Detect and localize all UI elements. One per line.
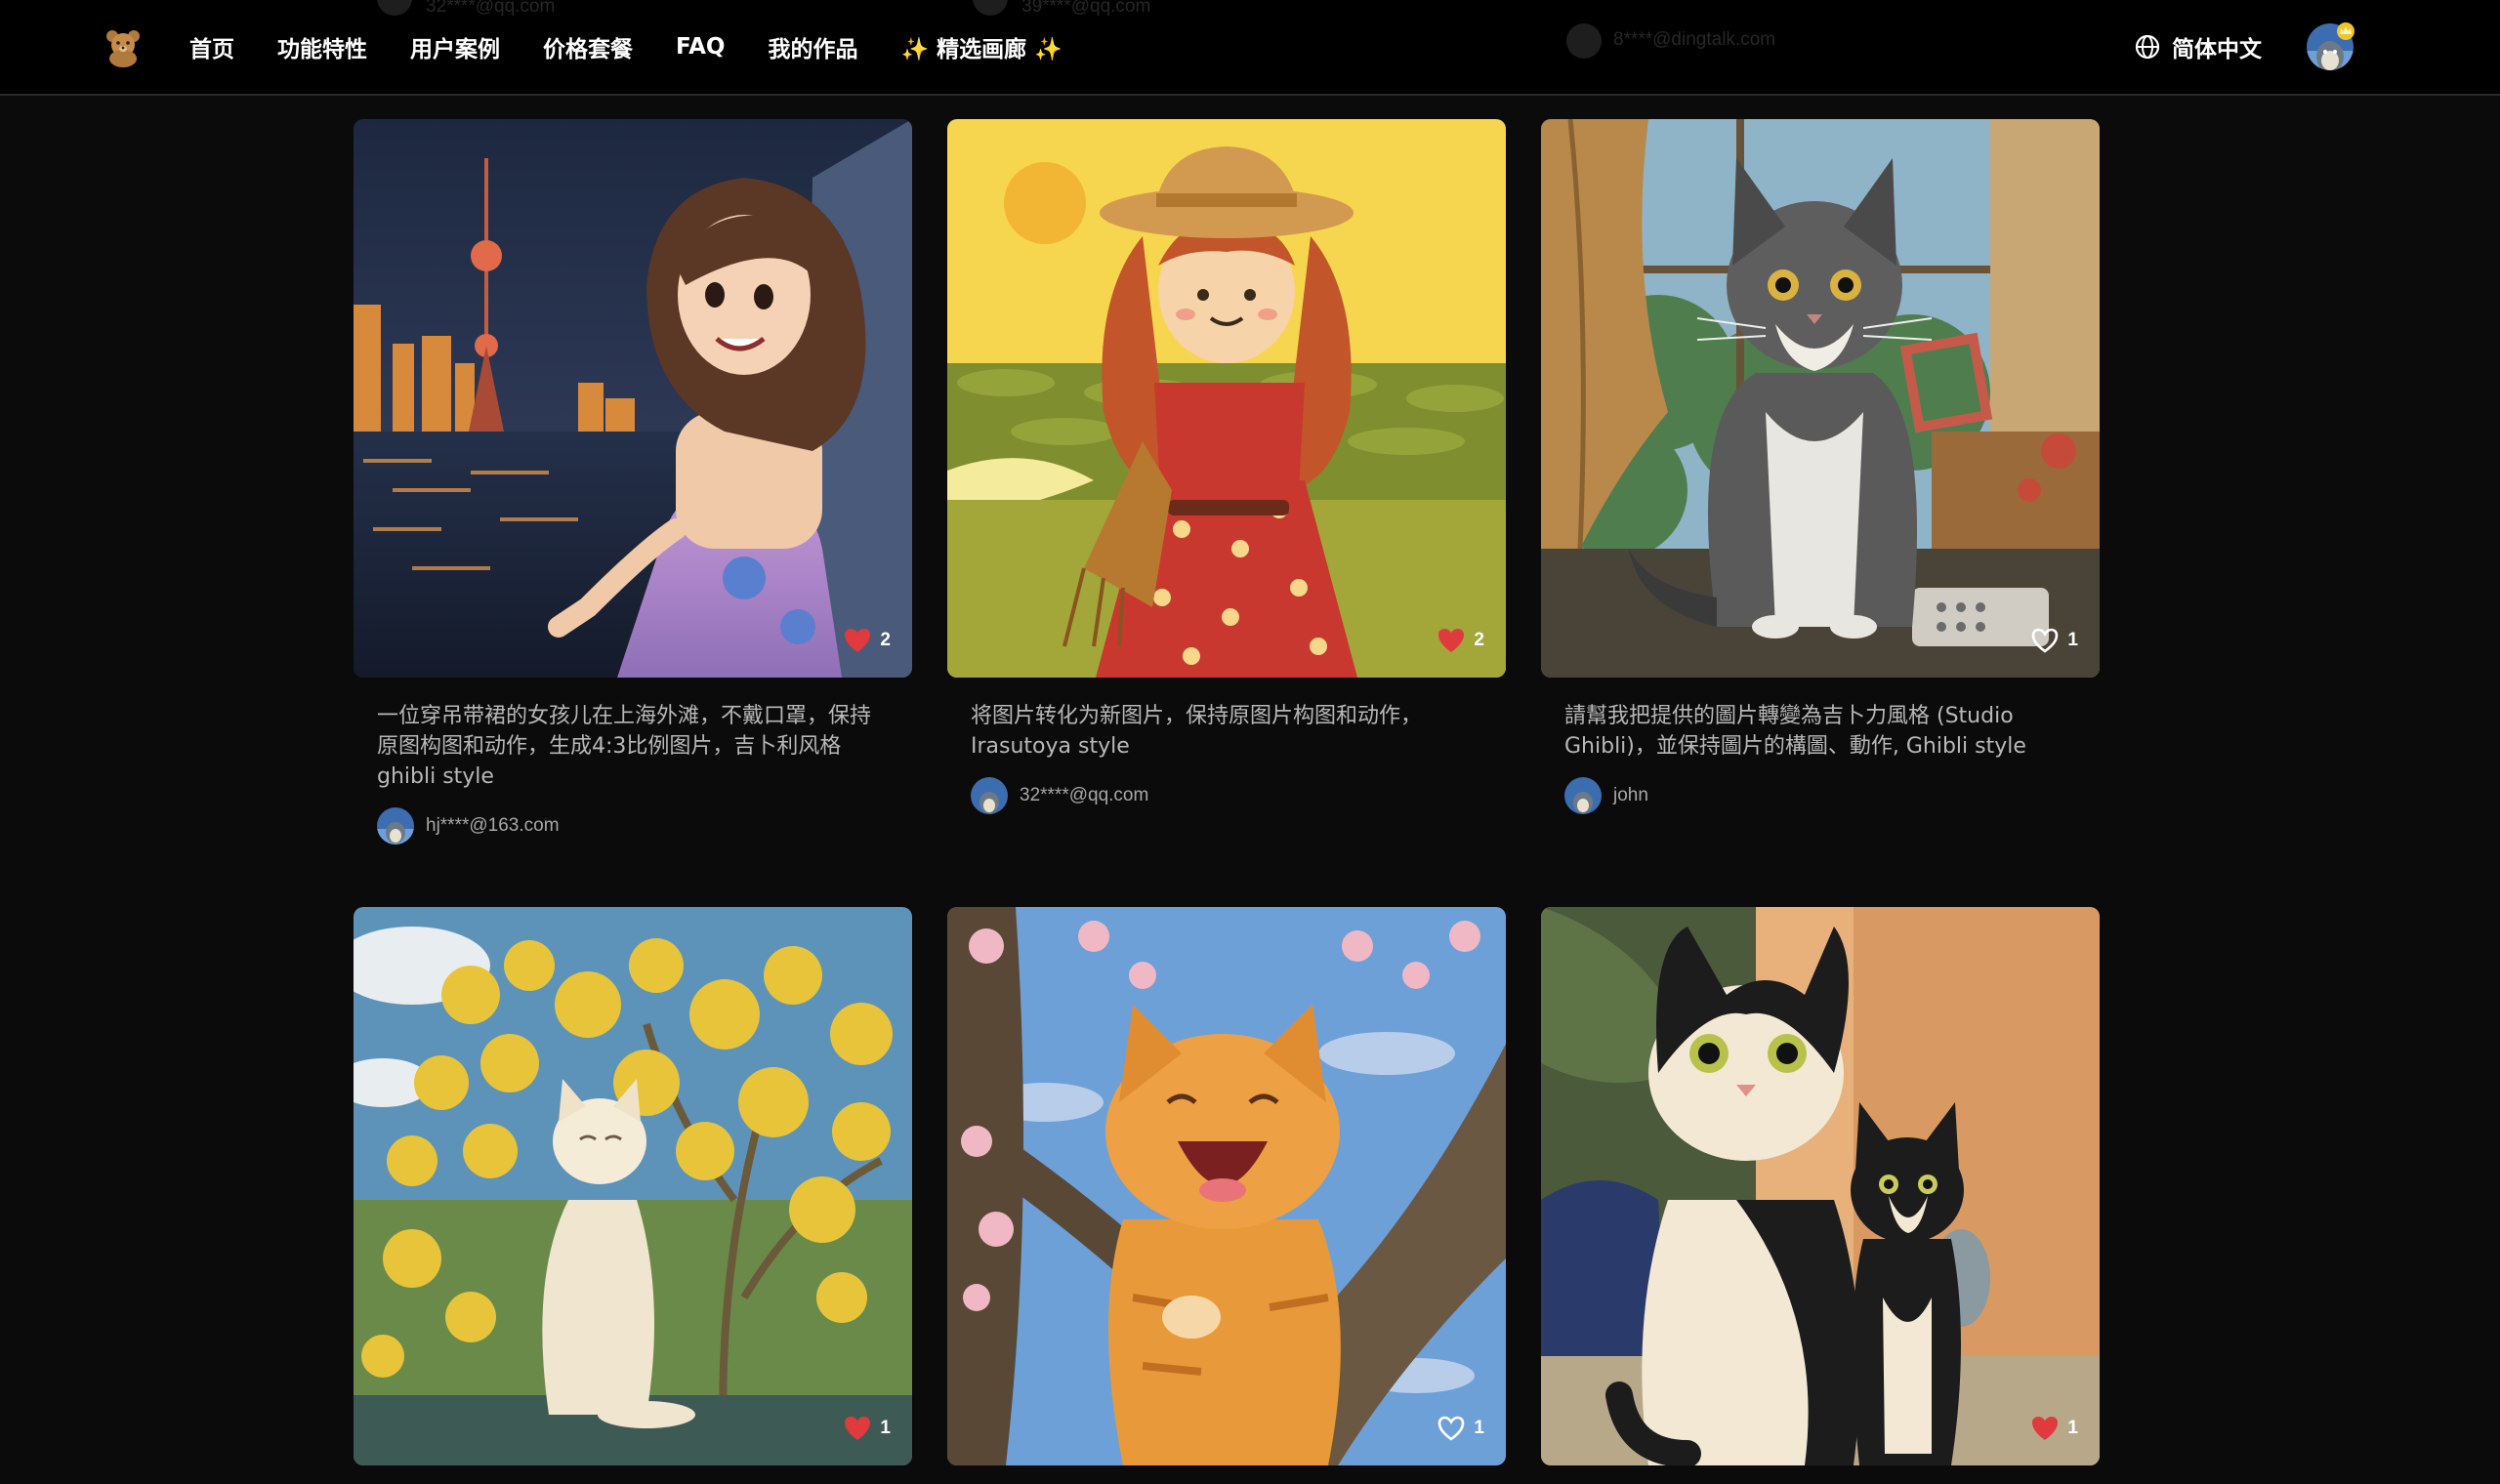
heart-icon <box>1438 629 1465 652</box>
like-button[interactable]: 2 <box>843 627 891 654</box>
like-count: 2 <box>880 630 891 650</box>
language-switcher[interactable]: 简体中文 <box>2135 29 2262 64</box>
like-button[interactable]: 1 <box>2030 627 2078 654</box>
artwork-image <box>947 119 1506 678</box>
gallery-card: 2 一位穿吊带裙的女孩儿在上海外滩，不戴口罩，保持原图构图和动作，生成4:3比例… <box>354 119 912 845</box>
card-image[interactable]: 2 <box>354 119 912 678</box>
gallery-card: 1 <box>354 907 912 1465</box>
artwork-image <box>947 907 1506 1465</box>
artwork-image <box>354 907 912 1465</box>
nav-gallery[interactable]: ✨ 精选画廊 ✨ <box>900 30 1062 63</box>
nav-my-works[interactable]: 我的作品 <box>768 30 857 63</box>
like-count: 1 <box>1474 1418 1484 1438</box>
user-avatar[interactable] <box>2305 21 2355 72</box>
nav-features[interactable]: 功能特性 <box>277 30 367 63</box>
card-image[interactable]: 2 <box>947 119 1506 678</box>
nav-pricing[interactable]: 价格套餐 <box>543 30 633 63</box>
gallery-card: 2 将图片转化为新图片，保持原图片构图和动作，Irasutoya style 3… <box>947 119 1506 814</box>
card-description: 一位穿吊带裙的女孩儿在上海外滩，不戴口罩，保持原图构图和动作，生成4:3比例图片… <box>377 704 872 789</box>
author-name: hj****@163.com <box>426 815 560 836</box>
like-count: 1 <box>880 1418 891 1438</box>
teddy-bear-logo-icon[interactable] <box>102 25 145 68</box>
heart-outline-icon <box>2032 628 2059 653</box>
globe-icon <box>2135 34 2160 60</box>
like-button[interactable]: 1 <box>2030 1415 2078 1442</box>
gallery-card: 1 <box>947 907 1506 1465</box>
heart-icon <box>845 1417 871 1440</box>
author-avatar <box>971 777 1008 814</box>
like-count: 2 <box>1474 630 1484 650</box>
gallery-card: 1 請幫我把提供的圖片轉變為吉卜力風格 (Studio Ghibli)，並保持圖… <box>1541 119 2100 814</box>
card-description: 請幫我把提供的圖片轉變為吉卜力風格 (Studio Ghibli)，並保持圖片的… <box>1564 704 2026 759</box>
card-author[interactable]: hj****@163.com <box>354 807 912 845</box>
artwork-image <box>354 119 912 678</box>
ghost-author: 8****@dingtalk.com <box>1613 29 1776 50</box>
nav-faq[interactable]: FAQ <box>676 34 725 60</box>
nav-user-cases[interactable]: 用户案例 <box>410 30 500 63</box>
gallery-card: 1 <box>1541 907 2100 1465</box>
heart-icon <box>2032 1417 2059 1440</box>
card-image[interactable]: 1 <box>947 907 1506 1465</box>
top-nav-bar: 32****@qq.com 39****@qq.com 8****@dingta… <box>0 0 2500 96</box>
main-nav: 首页 功能特性 用户案例 价格套餐 FAQ 我的作品 ✨ 精选画廊 ✨ <box>189 0 1105 94</box>
like-button[interactable]: 1 <box>843 1415 891 1442</box>
language-label: 简体中文 <box>2172 37 2262 62</box>
like-count: 1 <box>2067 630 2078 650</box>
author-avatar <box>377 807 414 845</box>
ghost-avatar <box>1566 23 1602 59</box>
like-button[interactable]: 1 <box>1437 1415 1484 1442</box>
artwork-image <box>1541 907 2100 1465</box>
card-description: 将图片转化为新图片，保持原图片构图和动作，Irasutoya style <box>971 704 1423 759</box>
like-button[interactable]: 2 <box>1437 627 1484 654</box>
card-image[interactable]: 1 <box>354 907 912 1465</box>
heart-outline-icon <box>1438 1416 1465 1441</box>
card-author[interactable]: 32****@qq.com <box>947 777 1506 814</box>
artwork-image <box>1541 119 2100 678</box>
card-author[interactable]: john <box>1541 777 2100 814</box>
author-name: john <box>1613 785 1648 805</box>
card-image[interactable]: 1 <box>1541 907 2100 1465</box>
like-count: 1 <box>2067 1418 2078 1438</box>
heart-icon <box>845 629 871 652</box>
author-avatar <box>1564 777 1602 814</box>
card-image[interactable]: 1 <box>1541 119 2100 678</box>
nav-home[interactable]: 首页 <box>189 30 234 63</box>
author-name: 32****@qq.com <box>1020 785 1149 805</box>
